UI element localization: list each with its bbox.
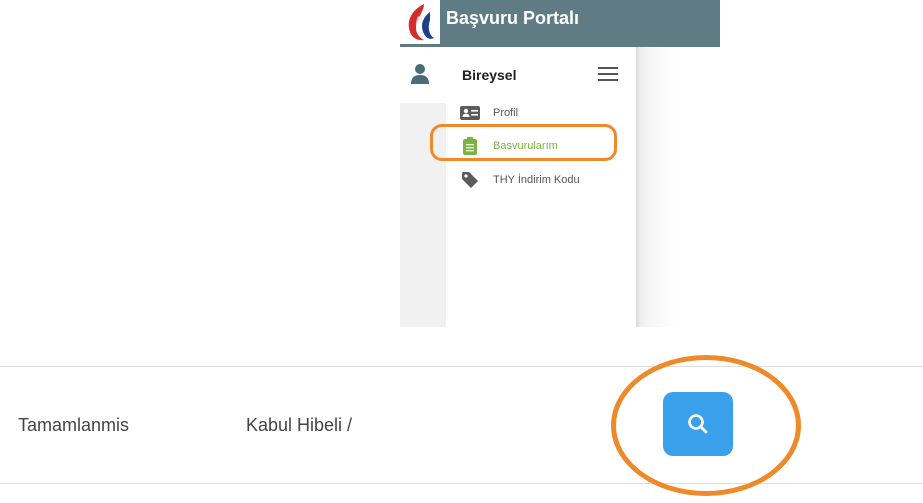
table-row: Tamamlanmis Kabul Hibeli / [0,366,923,484]
content-area-shadow [636,47,720,327]
sidebar-item-basvurularim[interactable]: Basvurularım [460,134,630,158]
portal-logo[interactable] [400,0,440,44]
search-icon [688,414,708,434]
sidebar-menu: Bireysel Profil Basvurularım THY İndirim… [446,47,636,327]
sidebar-item-thy-indirim-kodu[interactable]: THY İndirim Kodu [460,168,630,192]
portal-header: Başvuru Portalı [400,0,720,47]
portal-title: Başvuru Portalı [446,8,580,28]
flame-logo-icon [408,4,434,41]
tag-icon [460,172,480,188]
row-status-cell: Tamamlanmis [18,415,130,435]
sidebar-item-label: THY İndirim Kodu [493,174,580,186]
icon-rail [400,47,446,327]
sidebar-item-profil[interactable]: Profil [460,101,630,125]
id-card-icon [460,105,480,121]
hamburger-icon[interactable] [598,67,618,81]
screenshot-canvas: Başvuru Portalı Bireysel Profil Basvurul… [0,0,923,503]
row-type-cell: Kabul Hibeli / [246,415,353,435]
user-icon[interactable] [410,63,430,85]
clipboard-icon [460,137,480,155]
sidebar-item-label: Profil [493,107,519,119]
view-details-button[interactable] [663,392,733,456]
sidebar-item-label: Basvurularım [493,140,558,152]
portal-window: Başvuru Portalı Bireysel Profil Basvurul… [400,0,720,327]
sidebar-section-title: Bireysel [462,67,517,83]
